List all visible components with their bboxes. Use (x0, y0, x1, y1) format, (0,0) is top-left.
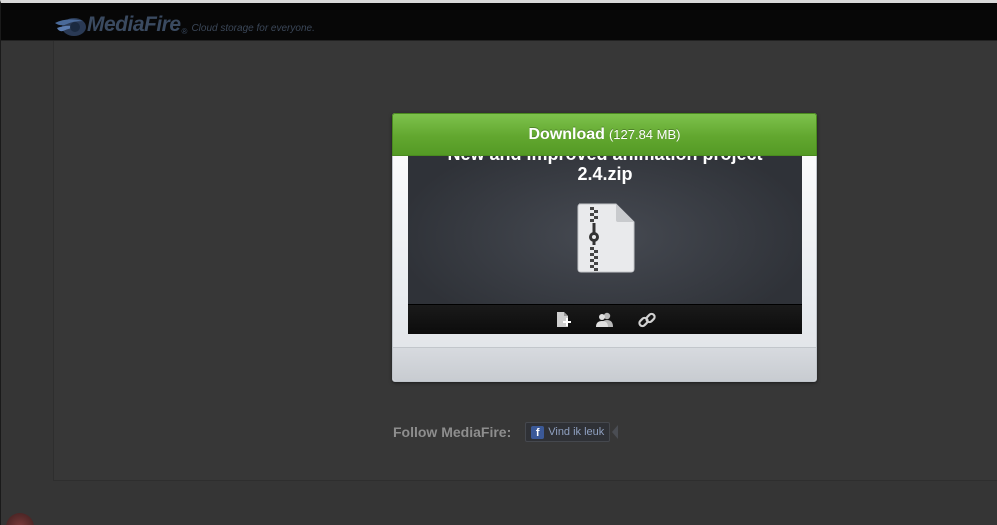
avatar (6, 513, 34, 525)
file-name: New and improved animation project 2.4.z… (408, 156, 802, 184)
file-name-line-2: 2.4.zip (577, 164, 633, 184)
preview-toolbar (408, 304, 802, 334)
file-name-line-1: New and improved animation project (408, 156, 802, 164)
logo-wordmark: MediaFire (87, 13, 181, 36)
file-preview: New and improved animation project 2.4.z… (408, 156, 802, 334)
top-header: MediaFire ® Cloud storage for everyone. (1, 3, 997, 41)
download-card: New and improved animation project 2.4.z… (392, 113, 817, 382)
mediafire-flame-icon (55, 18, 86, 36)
share-users-icon[interactable] (595, 310, 615, 330)
download-button-label: Download (528, 125, 605, 143)
link-icon[interactable] (637, 310, 657, 330)
zip-file-icon (577, 203, 635, 273)
facebook-like-button[interactable]: f Vind ik leuk (525, 422, 611, 442)
follow-label: Follow MediaFire: (393, 424, 512, 440)
mediafire-logo[interactable]: MediaFire ® Cloud storage for everyone. (53, 9, 315, 37)
add-to-account-icon[interactable] (553, 310, 573, 330)
download-button[interactable]: Download (127.84 MB) (392, 113, 817, 156)
like-count-arrow (612, 425, 619, 439)
logo-tagline: Cloud storage for everyone. (191, 23, 315, 34)
download-file-size: (127.84 MB) (608, 127, 681, 142)
facebook-like-label: Vind ik leuk (548, 426, 605, 438)
facebook-icon: f (531, 425, 545, 439)
follow-row: Follow MediaFire: f Vind ik leuk (393, 421, 619, 443)
logo-registered-mark: ® (181, 27, 188, 36)
card-footer (393, 347, 816, 381)
